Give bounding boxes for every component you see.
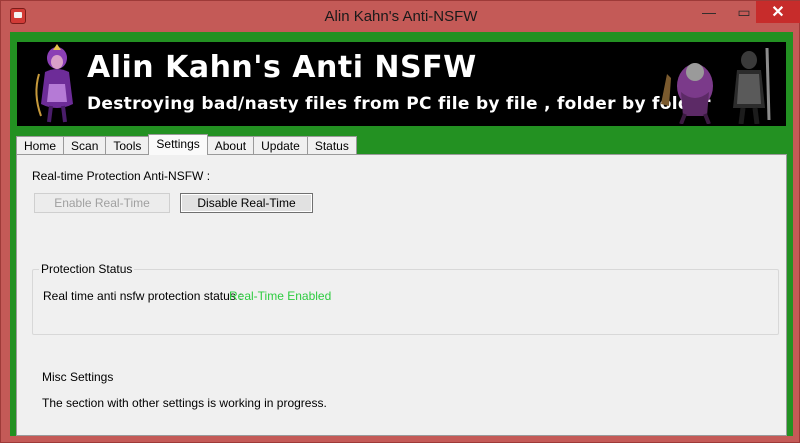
window-title: Alin Kahn's Anti-NSFW [324, 8, 478, 25]
title-bar[interactable]: Alin Kahn's Anti-NSFW — ▭ ✕ [1, 1, 800, 31]
disable-realtime-button[interactable]: Disable Real-Time [180, 193, 313, 213]
protection-status-group: Protection Status Real time anti nsfw pr… [32, 262, 779, 335]
minimize-icon: — [702, 4, 716, 20]
tab-status[interactable]: Status [306, 136, 357, 155]
settings-panel: Real-time Protection Anti-NSFW : Enable … [16, 154, 787, 436]
close-icon: ✕ [771, 4, 785, 21]
tab-strip: Home Scan Tools Settings About Update St… [16, 134, 357, 155]
banner-heading: Alin Kahn's Anti NSFW [87, 50, 477, 85]
protection-status-label: Real time anti nsfw protection status : [43, 289, 243, 303]
tab-update[interactable]: Update [253, 136, 308, 155]
close-button[interactable]: ✕ [756, 1, 800, 23]
archer-queen-illustration [35, 44, 73, 123]
tab-settings[interactable]: Settings [148, 134, 208, 155]
maximize-button[interactable]: ▭ [729, 1, 759, 23]
realtime-protection-label: Real-time Protection Anti-NSFW : [32, 169, 211, 183]
tab-tools[interactable]: Tools [105, 136, 150, 155]
protection-status-value: Real-Time Enabled [229, 289, 332, 303]
header-banner: Alin Kahn's Anti NSFW Destroying bad/nas… [17, 42, 786, 126]
app-window: Alin Kahn's Anti-NSFW — ▭ ✕ Alin Kahn's … [0, 0, 800, 443]
client-area: Alin Kahn's Anti NSFW Destroying bad/nas… [10, 32, 793, 436]
protection-status-title: Protection Status [39, 262, 135, 276]
warriors-illustration [661, 47, 771, 124]
tab-about[interactable]: About [206, 136, 255, 155]
enable-realtime-button[interactable]: Enable Real-Time [34, 193, 170, 213]
tab-home[interactable]: Home [16, 136, 65, 155]
minimize-button[interactable]: — [694, 1, 724, 23]
tab-scan[interactable]: Scan [63, 136, 107, 155]
misc-settings-text: The section with other settings is worki… [42, 396, 327, 410]
misc-settings-title: Misc Settings [42, 370, 114, 384]
maximize-icon: ▭ [737, 3, 751, 20]
banner-subheading: Destroying bad/nasty files from PC file … [87, 94, 711, 114]
